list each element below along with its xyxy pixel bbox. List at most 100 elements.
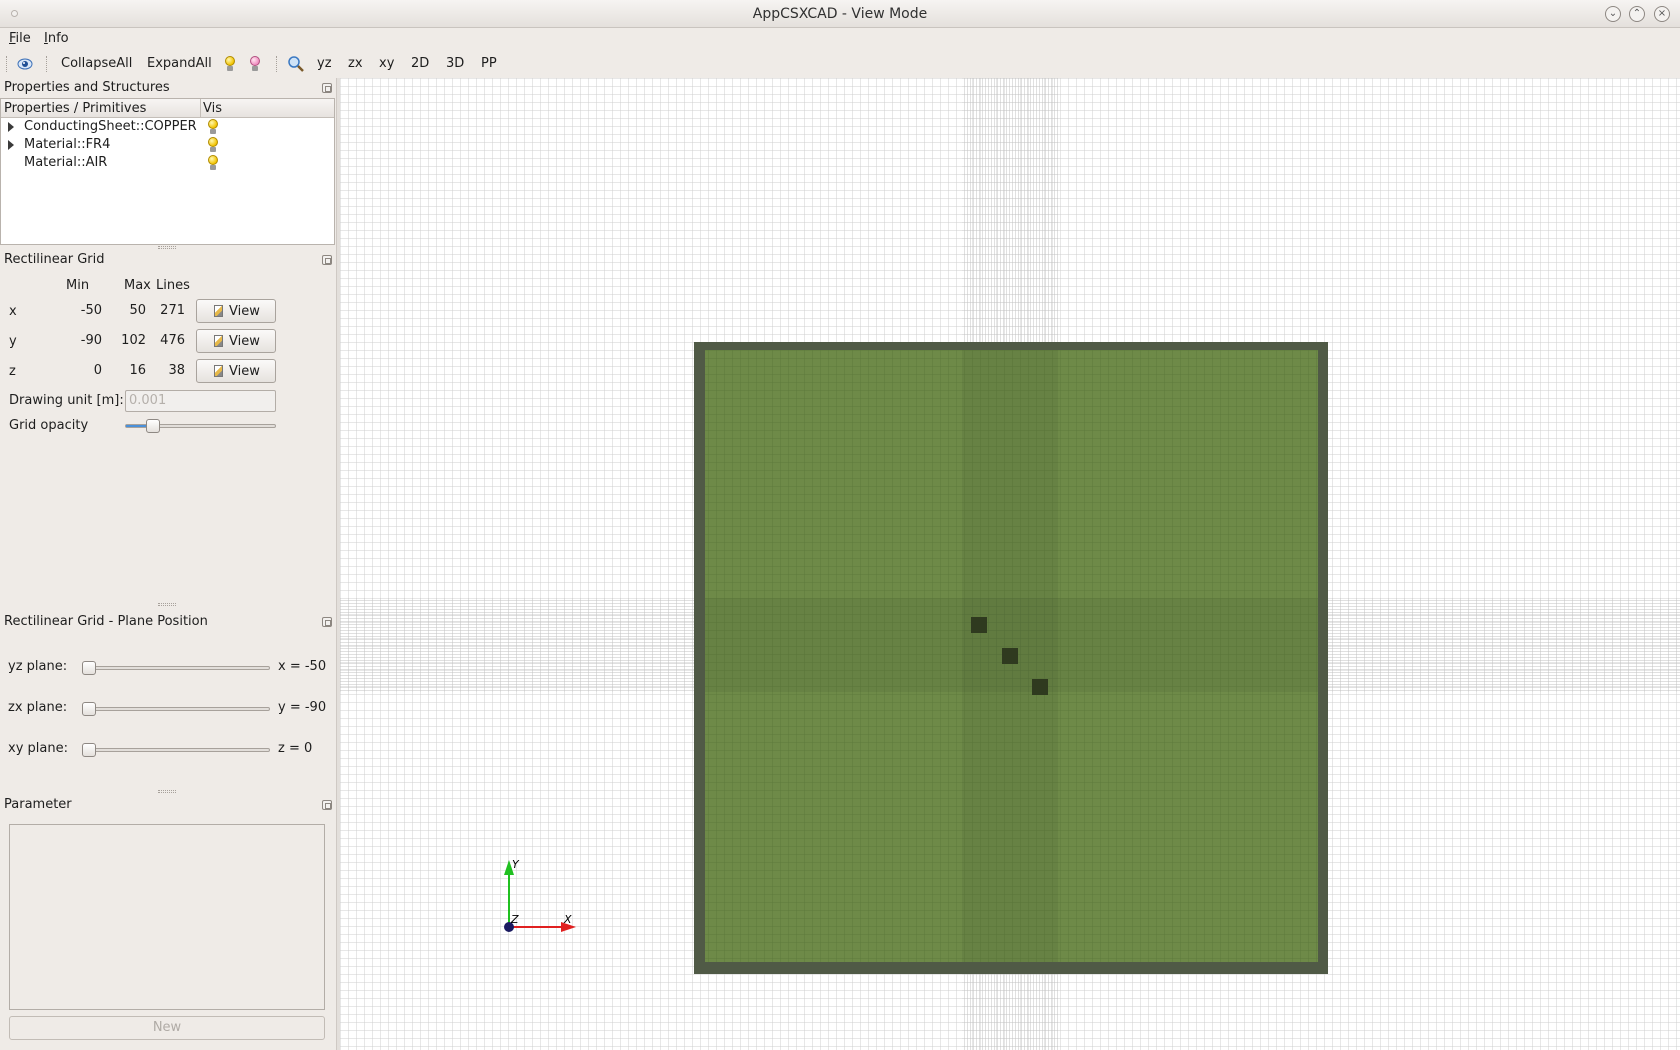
dock-splitter-handle[interactable] (158, 790, 176, 793)
copper-pad (1002, 648, 1018, 664)
grid-col-lines: Lines (156, 278, 190, 293)
grid-col-max: Max (124, 278, 151, 293)
edit-pencil-icon (214, 335, 223, 347)
grid-max-value: 16 (129, 363, 146, 378)
parameter-panel-title: Parameter (4, 797, 72, 812)
yz-plane-value: x = -50 (278, 659, 327, 674)
grid-opacity-label: Grid opacity (9, 418, 89, 433)
view-y-button[interactable]: View (196, 329, 276, 353)
view-x-button[interactable]: View (196, 299, 276, 323)
xy-plane-value: z = 0 (278, 741, 313, 756)
grid-axis-label: y (9, 334, 17, 349)
visibility-bulb-icon[interactable] (207, 137, 219, 153)
view-button-label: View (229, 334, 260, 349)
toolbar: CollapseAll ExpandAll yz zx xy 2D 3D PP (0, 50, 1680, 78)
collapse-all-button[interactable]: CollapseAll (58, 54, 135, 74)
properties-panel-title: Properties and Structures (4, 80, 170, 95)
axis-x-label: X (563, 913, 572, 926)
tree-item-label: ConductingSheet::COPPER (24, 119, 197, 134)
xy-plane-label: xy plane: (8, 741, 68, 756)
show-all-bulb-icon[interactable] (224, 56, 236, 72)
expand-arrow-icon[interactable] (8, 122, 14, 132)
vtk-viewport[interactable]: Y X Z (340, 78, 1680, 1050)
yz-plane-label: yz plane: (8, 659, 68, 674)
col-primitives-header[interactable]: Properties / Primitives (4, 101, 146, 116)
menu-info[interactable]: Info (40, 29, 73, 48)
view-button-label: View (229, 364, 260, 379)
view-button-label: View (229, 304, 260, 319)
grid-float-icon[interactable] (322, 255, 332, 265)
plane-panel-title: Rectilinear Grid - Plane Position (4, 614, 208, 629)
view-zx-button[interactable]: zx (345, 54, 366, 74)
grid-min-value: -50 (80, 303, 102, 318)
grid-lines-value: 476 (160, 333, 185, 348)
grid-axis-label: x (9, 304, 17, 319)
minimize-icon[interactable]: ⌄ (1605, 6, 1621, 22)
edit-pencil-icon (214, 305, 223, 317)
hide-all-bulb-icon[interactable] (249, 56, 261, 72)
toolbar-grip (6, 56, 8, 72)
copper-pad (971, 617, 987, 633)
tree-item-label: Material::AIR (24, 155, 108, 170)
properties-tree-header: Properties / Primitives Vis (1, 99, 334, 118)
expand-all-button[interactable]: ExpandAll (144, 54, 215, 74)
zx-plane-slider[interactable] (82, 707, 270, 711)
view-3d-button[interactable]: 3D (443, 54, 467, 74)
visibility-bulb-icon[interactable] (207, 119, 219, 135)
expand-arrow-icon[interactable] (8, 140, 14, 150)
view-yz-button[interactable]: yz (314, 54, 335, 74)
new-parameter-button[interactable]: New (9, 1016, 325, 1040)
toolbar-separator (46, 56, 48, 72)
dock-splitter-handle[interactable] (158, 603, 176, 606)
grid-col-min: Min (66, 278, 90, 293)
vtk-eye-icon[interactable] (17, 56, 33, 72)
grid-min-value: -90 (80, 333, 102, 348)
grid-axis-label: z (9, 364, 16, 379)
menu-info-label: nfo (47, 31, 69, 46)
view-2d-button[interactable]: 2D (408, 54, 432, 74)
col-vis-header[interactable]: Vis (203, 101, 222, 116)
plane-float-icon[interactable] (322, 617, 332, 627)
properties-float-icon[interactable] (322, 83, 332, 93)
tree-item-air[interactable]: Material::AIR (1, 154, 334, 172)
tree-item-fr4[interactable]: Material::FR4 (1, 136, 334, 154)
toolbar-separator (276, 56, 278, 72)
grid-max-value: 50 (129, 303, 146, 318)
substrate-dense-overlay-h (705, 598, 1318, 692)
close-icon[interactable]: × (1654, 6, 1670, 22)
grid-panel-title: Rectilinear Grid (4, 252, 105, 267)
tree-item-label: Material::FR4 (24, 137, 111, 152)
xy-plane-handle[interactable] (82, 743, 96, 757)
grid-opacity-handle[interactable] (145, 419, 160, 433)
axis-z-label: Z (510, 913, 519, 926)
zx-plane-label: zx plane: (8, 700, 68, 715)
parameter-list[interactable] (9, 824, 325, 1010)
edit-pencil-icon (214, 365, 223, 377)
zoom-fit-icon[interactable] (287, 55, 305, 73)
view-z-button[interactable]: View (196, 359, 276, 383)
copper-pad (1032, 679, 1048, 695)
maximize-icon[interactable]: ⌃ (1629, 6, 1645, 22)
drawing-unit-field[interactable]: 0.001 (125, 390, 276, 412)
yz-plane-handle[interactable] (82, 661, 96, 675)
zx-plane-value: y = -90 (278, 700, 327, 715)
grid-max-value: 102 (121, 333, 146, 348)
window-title: AppCSXCAD - View Mode (752, 6, 928, 22)
view-xy-button[interactable]: xy (376, 54, 397, 74)
menu-file-label: ile (15, 31, 31, 46)
tree-item-copper[interactable]: ConductingSheet::COPPER (1, 118, 334, 136)
grid-lines-value: 38 (168, 363, 185, 378)
parameter-float-icon[interactable] (322, 800, 332, 810)
xy-plane-slider[interactable] (82, 748, 270, 752)
visibility-bulb-icon[interactable] (207, 155, 219, 171)
drawing-unit-label: Drawing unit [m]: (9, 393, 124, 408)
title-bar: AppCSXCAD - View Mode ⌄ ⌃ × (0, 0, 1680, 28)
grid-lines-value: 271 (160, 303, 185, 318)
zx-plane-handle[interactable] (82, 702, 96, 716)
menu-file[interactable]: File (5, 29, 35, 48)
yz-plane-slider[interactable] (82, 666, 270, 670)
view-pp-button[interactable]: PP (478, 54, 500, 74)
grid-canvas[interactable]: Y X Z (340, 78, 1680, 1050)
dock-splitter-handle[interactable] (158, 246, 176, 249)
properties-tree[interactable]: Properties / Primitives Vis ConductingSh… (0, 98, 335, 245)
